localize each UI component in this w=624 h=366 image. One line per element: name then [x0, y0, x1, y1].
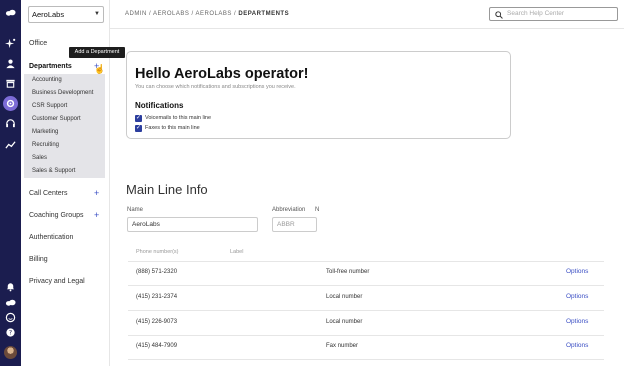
row-divider	[128, 285, 604, 286]
search-placeholder: Search Help Center	[507, 10, 565, 17]
phone-number: (415) 226-9073	[136, 319, 178, 325]
row-divider	[128, 359, 604, 360]
avatar[interactable]	[4, 346, 17, 359]
abbreviation-field[interactable]: ABBR	[272, 217, 317, 232]
org-selector[interactable]: AeroLabs ▼	[28, 6, 104, 23]
phone-number: (888) 571-2320	[136, 269, 178, 275]
notifications-heading: Notifications	[135, 101, 184, 110]
department-item[interactable]: Accounting	[32, 77, 62, 83]
welcome-description: You can choose which notifications and s…	[135, 84, 296, 90]
department-item[interactable]: Business Development	[32, 90, 93, 96]
options-link[interactable]: Options	[566, 318, 588, 325]
sidebar-item-coaching-groups[interactable]: Coaching Groups	[29, 212, 83, 219]
breadcrumb-path[interactable]: ADMIN / AEROLABS / AEROLABS /	[125, 11, 238, 17]
sidebar-item-billing[interactable]: Billing	[29, 256, 48, 263]
sidebar-item-authentication[interactable]: Authentication	[29, 234, 73, 241]
headset-icon[interactable]	[3, 116, 18, 131]
add-coaching-group-icon[interactable]: +	[94, 211, 99, 220]
breadcrumb: ADMIN / AEROLABS / AEROLABS / DEPARTMENT…	[125, 11, 289, 17]
name-field[interactable]: AeroLabs	[127, 217, 258, 232]
phone-type: Toll-free number	[326, 269, 370, 275]
trend-icon[interactable]	[3, 137, 18, 152]
sidebar-item-office[interactable]: Office	[29, 40, 47, 47]
faxes-label: Faxes to this main line	[145, 125, 200, 131]
department-list: Accounting Business Development CSR Supp…	[24, 74, 105, 178]
abbreviation-label-marker: N	[315, 207, 320, 213]
help-icon[interactable]: ?	[3, 325, 18, 340]
row-divider	[128, 261, 604, 262]
voicemails-checkbox[interactable]: ✓	[135, 115, 142, 122]
cloud-icon[interactable]	[3, 295, 18, 310]
row-divider	[128, 310, 604, 311]
welcome-card: Hello AeroLabs operator! You can choose …	[126, 51, 511, 139]
chevron-down-icon: ▼	[94, 11, 100, 17]
hand-cursor-icon: ☝	[94, 64, 106, 74]
phone-number: (415) 231-2374	[136, 294, 178, 300]
welcome-title: Hello AeroLabs operator!	[135, 66, 309, 82]
name-label: Name	[127, 207, 144, 213]
search-icon	[495, 11, 503, 19]
breadcrumb-current: DEPARTMENTS	[238, 11, 290, 17]
search-input[interactable]: Search Help Center	[489, 7, 618, 21]
phone-type: Local number	[326, 319, 363, 325]
settings-icon[interactable]	[3, 96, 18, 111]
org-name: AeroLabs	[32, 10, 65, 19]
phone-number: (415) 484-7909	[136, 343, 178, 349]
cloud-logo-icon[interactable]	[3, 5, 18, 20]
department-item[interactable]: Sales & Support	[32, 168, 75, 174]
main-line-heading: Main Line Info	[126, 182, 208, 197]
phone-type: Local number	[326, 294, 363, 300]
header-divider	[110, 28, 624, 29]
department-item[interactable]: Marketing	[32, 129, 58, 135]
voicemails-label: Voicemails to this main line	[145, 115, 212, 121]
options-link[interactable]: Options	[566, 268, 588, 275]
department-item[interactable]: Recruiting	[32, 142, 59, 148]
add-call-center-icon[interactable]: +	[94, 189, 99, 198]
column-header-label: Label	[230, 249, 244, 255]
column-header-phone: Phone number(s)	[136, 249, 179, 255]
sparkle-icon[interactable]	[3, 36, 18, 51]
department-item[interactable]: Customer Support	[32, 116, 81, 122]
bell-icon[interactable]	[3, 279, 18, 294]
user-icon[interactable]	[3, 56, 18, 71]
sidebar-item-privacy[interactable]: Privacy and Legal	[29, 278, 85, 285]
department-item[interactable]: CSR Support	[32, 103, 67, 109]
phone-type: Fax number	[326, 343, 359, 349]
abbreviation-label: Abbreviation	[272, 207, 306, 213]
row-divider	[128, 335, 604, 336]
department-item[interactable]: Sales	[32, 155, 47, 161]
svg-text:?: ?	[9, 329, 12, 337]
faxes-checkbox[interactable]: ✓	[135, 125, 142, 132]
sidebar-item-departments[interactable]: Departments	[29, 63, 72, 70]
smile-icon[interactable]	[3, 310, 18, 325]
sidebar-item-call-centers[interactable]: Call Centers	[29, 190, 68, 197]
building-icon[interactable]	[3, 76, 18, 91]
options-link[interactable]: Options	[566, 293, 588, 300]
add-department-tooltip: Add a Department	[69, 47, 125, 58]
icon-rail: ?	[0, 0, 21, 366]
options-link[interactable]: Options	[566, 342, 588, 349]
